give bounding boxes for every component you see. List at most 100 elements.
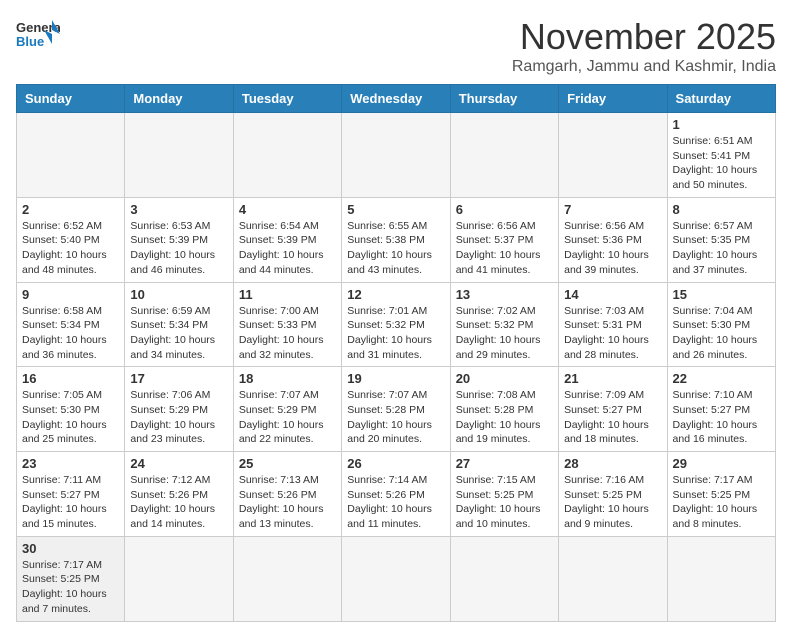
location-subtitle: Ramgarh, Jammu and Kashmir, India (512, 58, 776, 76)
day-number: 4 (239, 202, 336, 217)
calendar-week-row: 23Sunrise: 7:11 AMSunset: 5:27 PMDayligh… (17, 452, 776, 537)
calendar-week-row: 2 Sunrise: 6:52 AMSunset: 5:40 PMDaylight… (17, 197, 776, 282)
day-number: 2 (22, 202, 119, 217)
calendar-table: Sunday Monday Tuesday Wednesday Thursday… (16, 84, 776, 622)
day-number: 3 (130, 202, 227, 217)
table-row: 2 Sunrise: 6:52 AMSunset: 5:40 PMDaylight… (17, 197, 125, 282)
header-tuesday: Tuesday (233, 85, 341, 113)
table-row: 11Sunrise: 7:00 AMSunset: 5:33 PMDayligh… (233, 282, 341, 367)
day-info: Sunrise: 7:02 AMSunset: 5:32 PMDaylight:… (456, 304, 553, 363)
table-row: 24Sunrise: 7:12 AMSunset: 5:26 PMDayligh… (125, 452, 233, 537)
table-row (450, 113, 558, 198)
table-row: 3 Sunrise: 6:53 AMSunset: 5:39 PMDaylight… (125, 197, 233, 282)
table-row: 8 Sunrise: 6:57 AMSunset: 5:35 PMDaylight… (667, 197, 775, 282)
day-info: Sunrise: 7:08 AMSunset: 5:28 PMDaylight:… (456, 388, 553, 447)
day-info: Sunrise: 6:58 AMSunset: 5:34 PMDaylight:… (22, 304, 119, 363)
table-row: 7 Sunrise: 6:56 AMSunset: 5:36 PMDaylight… (559, 197, 667, 282)
day-number: 30 (22, 541, 119, 556)
day-number: 22 (673, 371, 770, 386)
day-number: 20 (456, 371, 553, 386)
day-number: 25 (239, 456, 336, 471)
header-sunday: Sunday (17, 85, 125, 113)
table-row: 18Sunrise: 7:07 AMSunset: 5:29 PMDayligh… (233, 367, 341, 452)
day-number: 8 (673, 202, 770, 217)
calendar-week-row: 16Sunrise: 7:05 AMSunset: 5:30 PMDayligh… (17, 367, 776, 452)
day-number: 6 (456, 202, 553, 217)
title-area: November 2025 Ramgarh, Jammu and Kashmir… (512, 16, 776, 76)
logo-area: General Blue (16, 16, 60, 52)
day-info: Sunrise: 7:07 AMSunset: 5:28 PMDaylight:… (347, 388, 444, 447)
day-info: Sunrise: 7:04 AMSunset: 5:30 PMDaylight:… (673, 304, 770, 363)
table-row (342, 536, 450, 621)
calendar-header-row: Sunday Monday Tuesday Wednesday Thursday… (17, 85, 776, 113)
day-number: 29 (673, 456, 770, 471)
table-row (233, 113, 341, 198)
table-row (17, 113, 125, 198)
table-row (559, 113, 667, 198)
day-info: Sunrise: 7:03 AMSunset: 5:31 PMDaylight:… (564, 304, 661, 363)
table-row: 30 Sunrise: 7:17 AMSunset: 5:25 PMDayligh… (17, 536, 125, 621)
day-info: Sunrise: 7:09 AMSunset: 5:27 PMDaylight:… (564, 388, 661, 447)
day-number: 21 (564, 371, 661, 386)
day-info: Sunrise: 7:05 AMSunset: 5:30 PMDaylight:… (22, 388, 119, 447)
day-info: Sunrise: 7:14 AMSunset: 5:26 PMDaylight:… (347, 473, 444, 532)
header-monday: Monday (125, 85, 233, 113)
day-number: 14 (564, 287, 661, 302)
day-number: 28 (564, 456, 661, 471)
calendar-week-row: 1Sunrise: 6:51 AMSunset: 5:41 PMDaylight… (17, 113, 776, 198)
day-number: 9 (22, 287, 119, 302)
day-info: Sunrise: 7:17 AMSunset: 5:25 PMDaylight:… (22, 558, 119, 617)
day-number: 12 (347, 287, 444, 302)
day-number: 13 (456, 287, 553, 302)
day-info: Sunrise: 6:52 AMSunset: 5:40 PMDaylight:… (22, 219, 119, 278)
logo: General Blue (16, 16, 60, 52)
table-row: 17Sunrise: 7:06 AMSunset: 5:29 PMDayligh… (125, 367, 233, 452)
table-row: 20 Sunrise: 7:08 AMSunset: 5:28 PMDayligh… (450, 367, 558, 452)
table-row: 27Sunrise: 7:15 AMSunset: 5:25 PMDayligh… (450, 452, 558, 537)
svg-text:Blue: Blue (16, 34, 44, 49)
table-row: 4Sunrise: 6:54 AMSunset: 5:39 PMDaylight… (233, 197, 341, 282)
table-row (559, 536, 667, 621)
header: General Blue November 2025 Ramgarh, Jamm… (16, 16, 776, 76)
month-title: November 2025 (512, 16, 776, 58)
day-number: 23 (22, 456, 119, 471)
day-number: 1 (673, 117, 770, 132)
day-number: 15 (673, 287, 770, 302)
table-row (125, 113, 233, 198)
table-row: 9 Sunrise: 6:58 AMSunset: 5:34 PMDaylight… (17, 282, 125, 367)
table-row: 13 Sunrise: 7:02 AMSunset: 5:32 PMDayligh… (450, 282, 558, 367)
day-info: Sunrise: 7:13 AMSunset: 5:26 PMDaylight:… (239, 473, 336, 532)
table-row: 14 Sunrise: 7:03 AMSunset: 5:31 PMDayligh… (559, 282, 667, 367)
day-info: Sunrise: 7:01 AMSunset: 5:32 PMDaylight:… (347, 304, 444, 363)
day-number: 17 (130, 371, 227, 386)
table-row: 26 Sunrise: 7:14 AMSunset: 5:26 PMDayligh… (342, 452, 450, 537)
header-friday: Friday (559, 85, 667, 113)
table-row: 21 Sunrise: 7:09 AMSunset: 5:27 PMDayligh… (559, 367, 667, 452)
day-info: Sunrise: 7:12 AMSunset: 5:26 PMDaylight:… (130, 473, 227, 532)
day-info: Sunrise: 7:17 AMSunset: 5:25 PMDaylight:… (673, 473, 770, 532)
day-number: 26 (347, 456, 444, 471)
day-info: Sunrise: 6:59 AMSunset: 5:34 PMDaylight:… (130, 304, 227, 363)
calendar-week-row: 9 Sunrise: 6:58 AMSunset: 5:34 PMDaylight… (17, 282, 776, 367)
day-info: Sunrise: 7:16 AMSunset: 5:25 PMDaylight:… (564, 473, 661, 532)
day-info: Sunrise: 6:53 AMSunset: 5:39 PMDaylight:… (130, 219, 227, 278)
table-row (450, 536, 558, 621)
day-info: Sunrise: 7:07 AMSunset: 5:29 PMDaylight:… (239, 388, 336, 447)
day-info: Sunrise: 6:55 AMSunset: 5:38 PMDaylight:… (347, 219, 444, 278)
day-number: 5 (347, 202, 444, 217)
table-row (667, 536, 775, 621)
table-row (125, 536, 233, 621)
table-row: 16Sunrise: 7:05 AMSunset: 5:30 PMDayligh… (17, 367, 125, 452)
table-row: 15 Sunrise: 7:04 AMSunset: 5:30 PMDayligh… (667, 282, 775, 367)
day-info: Sunrise: 6:56 AMSunset: 5:37 PMDaylight:… (456, 219, 553, 278)
table-row (342, 113, 450, 198)
day-info: Sunrise: 6:57 AMSunset: 5:35 PMDaylight:… (673, 219, 770, 278)
calendar-week-row: 30 Sunrise: 7:17 AMSunset: 5:25 PMDayligh… (17, 536, 776, 621)
day-info: Sunrise: 6:56 AMSunset: 5:36 PMDaylight:… (564, 219, 661, 278)
day-number: 27 (456, 456, 553, 471)
table-row: 12 Sunrise: 7:01 AMSunset: 5:32 PMDayligh… (342, 282, 450, 367)
header-saturday: Saturday (667, 85, 775, 113)
table-row: 1Sunrise: 6:51 AMSunset: 5:41 PMDaylight… (667, 113, 775, 198)
table-row (233, 536, 341, 621)
day-number: 7 (564, 202, 661, 217)
